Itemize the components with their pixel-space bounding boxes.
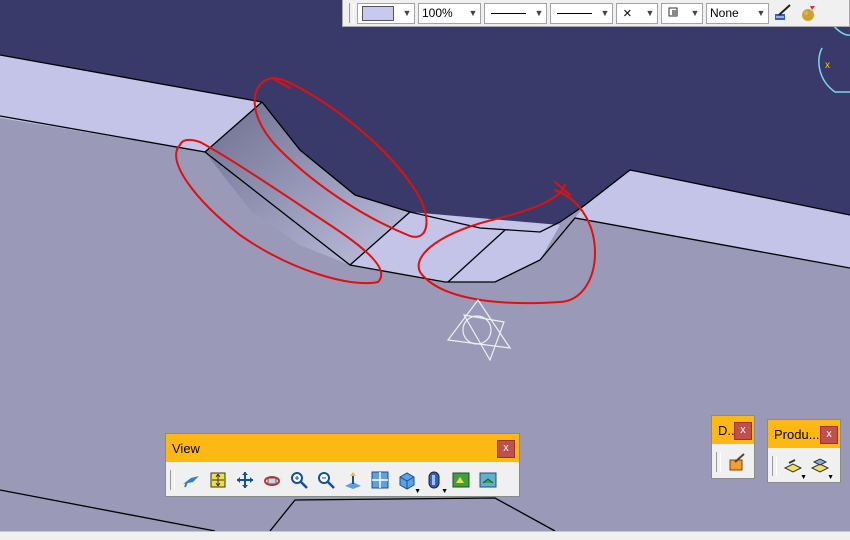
fit-all-in-icon[interactable] bbox=[206, 468, 229, 491]
line-thickness-sample bbox=[491, 12, 526, 14]
component-icon[interactable]: ▼ bbox=[808, 454, 834, 481]
view-toolbar-panel: View x ▼ ▼ bbox=[165, 433, 520, 497]
chevron-down-icon: ▼ bbox=[414, 488, 421, 495]
hide-show-icon[interactable] bbox=[449, 468, 472, 491]
d-toolbar-close-button[interactable]: x bbox=[734, 422, 752, 440]
shading-icon[interactable]: ▼ bbox=[422, 468, 448, 495]
chevron-down-icon: ▼ bbox=[402, 8, 412, 18]
d-toolbar-panel: D.. x bbox=[711, 415, 755, 479]
isometric-view-icon[interactable]: ▼ bbox=[395, 468, 421, 495]
product-structure-icon[interactable]: ▼ bbox=[781, 454, 807, 481]
product-toolbar-title-bar[interactable]: Produ... x bbox=[768, 420, 840, 448]
line-thickness-combo[interactable]: ▼ bbox=[484, 2, 547, 24]
layer-value: None bbox=[710, 6, 739, 20]
normal-view-icon[interactable] bbox=[341, 468, 364, 491]
d-toolbar-buttons bbox=[712, 444, 754, 479]
fly-mode-icon[interactable] bbox=[179, 468, 202, 491]
rendering-style-combo[interactable]: ▼ bbox=[661, 2, 703, 24]
chevron-down-icon: ▼ bbox=[441, 488, 448, 495]
chevron-down-icon: ▼ bbox=[756, 8, 766, 18]
fill-color-swatch bbox=[362, 5, 394, 21]
chevron-down-icon: ▼ bbox=[800, 474, 807, 481]
toolbar-grip[interactable] bbox=[716, 451, 721, 472]
design-tool-icon[interactable] bbox=[725, 450, 748, 473]
product-toolbar-buttons: ▼ ▼ bbox=[768, 448, 840, 483]
line-type-sample bbox=[557, 12, 592, 14]
view-toolbar-title: View bbox=[172, 440, 200, 456]
transparency-value: 100% bbox=[422, 6, 453, 20]
graphic-properties-toolbar: ▼ 100% ▼ ▼ ▼ × ▼ ▼ None ▼ bbox=[342, 0, 850, 27]
product-toolbar-panel: Produ... x ▼ ▼ bbox=[767, 419, 841, 483]
rendering-style-icon bbox=[662, 6, 688, 21]
toolbar-grip[interactable] bbox=[170, 469, 175, 490]
point-symbol-combo[interactable]: × ▼ bbox=[616, 2, 658, 24]
transparency-combo[interactable]: 100% ▼ bbox=[418, 2, 481, 24]
chevron-down-icon: ▼ bbox=[600, 8, 610, 18]
apply-material-icon[interactable] bbox=[797, 2, 819, 24]
zoom-in-icon[interactable] bbox=[287, 468, 310, 491]
chevron-down-icon: ▼ bbox=[690, 8, 700, 18]
view-toolbar-title-bar[interactable]: View x bbox=[166, 434, 519, 462]
painter-icon[interactable] bbox=[772, 2, 794, 24]
chevron-down-icon: ▼ bbox=[827, 474, 834, 481]
product-toolbar-title: Produ... bbox=[774, 426, 820, 442]
rotate-icon[interactable] bbox=[260, 468, 283, 491]
compass-x-label: x bbox=[825, 60, 830, 71]
fill-color-combo[interactable]: ▼ bbox=[357, 2, 415, 24]
toolbar-grip[interactable] bbox=[772, 455, 777, 476]
d-toolbar-title: D.. bbox=[718, 422, 735, 438]
d-toolbar-title-bar[interactable]: D.. x bbox=[712, 416, 754, 444]
swap-visible-space-icon[interactable] bbox=[476, 468, 499, 491]
product-toolbar-close-button[interactable]: x bbox=[820, 426, 838, 444]
view-toolbar-close-button[interactable]: x bbox=[497, 440, 515, 458]
layer-combo[interactable]: None ▼ bbox=[706, 2, 769, 24]
point-symbol-value: × bbox=[623, 4, 632, 22]
multi-view-icon[interactable] bbox=[368, 468, 391, 491]
chevron-down-icon: ▼ bbox=[468, 8, 478, 18]
pan-icon[interactable] bbox=[233, 468, 256, 491]
line-type-combo[interactable]: ▼ bbox=[550, 2, 613, 24]
chevron-down-icon: ▼ bbox=[645, 8, 655, 18]
toolbar-grip[interactable] bbox=[349, 3, 354, 23]
chevron-down-icon: ▼ bbox=[534, 8, 544, 18]
zoom-out-icon[interactable] bbox=[314, 468, 337, 491]
view-toolbar-buttons: ▼ ▼ bbox=[166, 462, 519, 497]
